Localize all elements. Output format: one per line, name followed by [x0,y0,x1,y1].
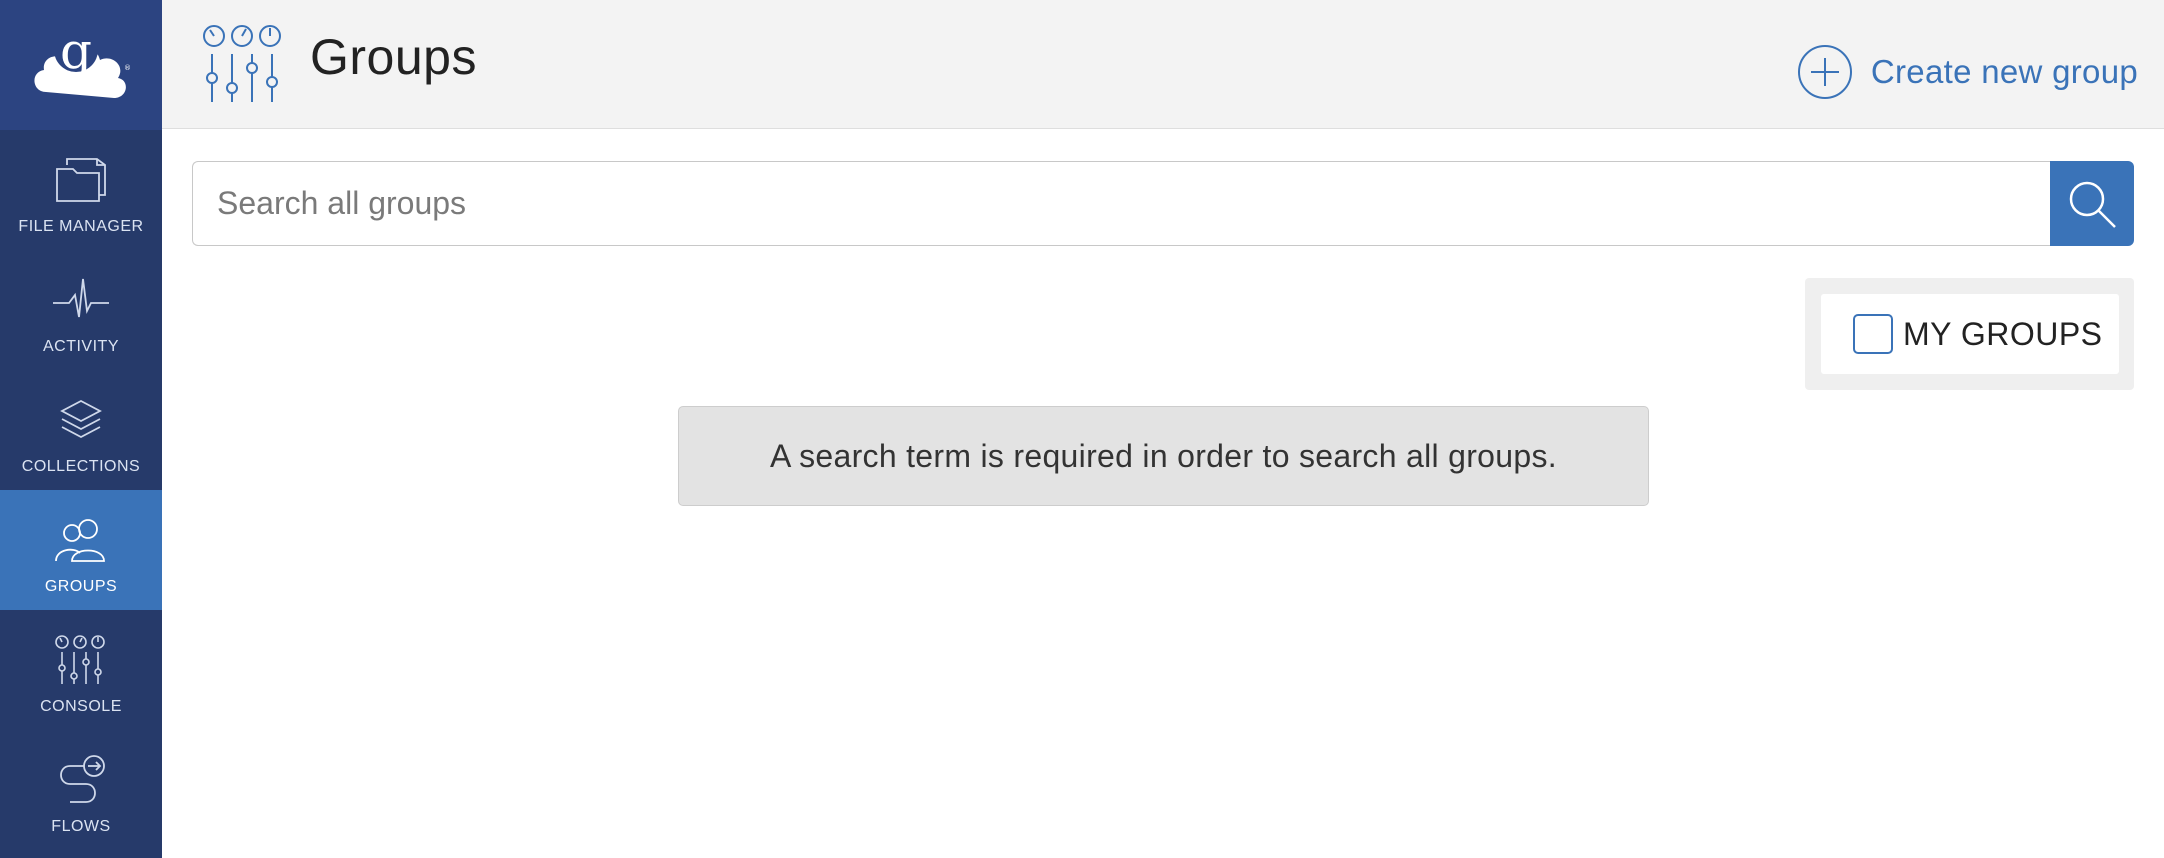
my-groups-label: MY GROUPS [1903,315,2103,352]
sidebar-item-collections[interactable]: COLLECTIONS [0,370,162,490]
search-required-notice: A search term is required in order to se… [678,406,1649,506]
users-icon [49,510,113,570]
group-search-bar [192,161,2134,246]
sidebar: g ® FILE MANAGER ACTIVITY COLLECTIONS GR… [0,0,162,858]
pulse-icon [49,270,113,330]
my-groups-checkbox[interactable] [1853,314,1893,354]
globus-cloud-logo-icon: g ® [34,22,131,98]
layers-icon [49,390,113,450]
create-new-group-button[interactable]: Create new group [1797,44,2138,100]
sliders-gauge-icon [200,24,284,104]
group-filter-panel: MY GROUPS [1805,278,2134,390]
sidebar-item-label: CONSOLE [40,698,122,715]
folder-icon [49,150,113,210]
svg-text:®: ® [124,64,131,72]
sidebar-item-file-manager[interactable]: FILE MANAGER [0,130,162,250]
sidebar-item-groups[interactable]: GROUPS [0,490,162,610]
sidebar-item-label: GROUPS [44,578,118,595]
flow-icon [49,750,113,810]
sidebar-item-label: COLLECTIONS [21,458,141,475]
search-input[interactable] [192,161,2050,246]
svg-text:g: g [60,22,92,80]
search-button[interactable] [2050,161,2134,246]
plus-circle-icon [1797,45,1852,99]
sidebar-item-label: ACTIVITY [42,338,119,355]
my-groups-filter[interactable]: MY GROUPS [1821,294,2119,374]
search-icon [2069,181,2116,228]
sidebar-item-label: FLOWS [51,818,111,835]
page-header: Groups Create new group [162,0,2164,129]
sidebar-item-flows[interactable]: FLOWS [0,730,162,850]
create-new-group-label: Create new group [1870,53,2138,90]
sidebar-item-activity[interactable]: ACTIVITY [0,250,162,370]
sliders-icon [49,630,113,690]
globus-logo[interactable]: g ® [0,0,162,130]
sidebar-item-console[interactable]: CONSOLE [0,610,162,730]
page-title: Groups [310,29,477,85]
sidebar-item-label: FILE MANAGER [18,218,144,235]
